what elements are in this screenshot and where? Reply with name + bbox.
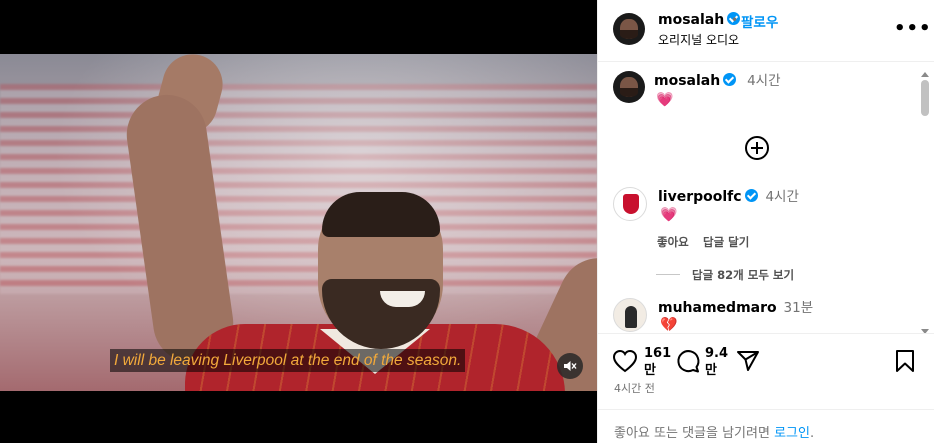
liverpool-crest-icon [623,194,639,214]
reply-button[interactable]: 답글 달기 [703,234,749,250]
comments-scrollbar[interactable] [920,72,930,334]
scroll-up-arrow-icon[interactable] [921,72,929,77]
comments-list[interactable]: mosalah 4시간 💗 liverpoolfc 4시간 💗 좋아요 답글 달… [598,63,934,333]
video-player[interactable]: I will be leaving Liverpool at the end o… [0,0,597,443]
comment-time[interactable]: 4시간 [765,189,798,205]
login-link[interactable]: 로그인 [774,426,810,441]
plus-circle-icon[interactable] [745,136,769,160]
posted-time[interactable]: 4시간 전 [614,380,655,396]
speaker-muted-icon[interactable] [557,353,583,379]
comment-username[interactable]: muhamedmaro [658,300,777,316]
comments-count-unit[interactable]: 만 [705,362,717,379]
post-sidebar: mosalah • 팔로우 오리지널 오디오 ••• mosalah 4시간 💗… [597,0,934,443]
avatar[interactable] [613,71,645,103]
comment-username[interactable]: liverpoolfc [658,189,742,205]
scroll-thumb[interactable] [921,80,929,116]
verified-badge-icon [723,73,737,86]
author-username[interactable]: mosalah [658,11,741,29]
comment-text: 💗 [660,207,678,223]
avatar[interactable] [613,13,645,45]
avatar[interactable] [613,187,647,221]
video-subtitle: I will be leaving Liverpool at the end o… [110,349,466,372]
comment-text: 💔 [660,317,678,333]
login-prompt-bar: 좋아요 또는 댓글을 남기려면 로그인. [598,409,934,443]
comment-text: 💗 [656,92,674,108]
verified-badge-icon [744,189,758,202]
like-comment-button[interactable]: 좋아요 [657,234,689,250]
view-replies-button[interactable]: 답글 82개 모두 보기 [655,267,794,283]
avatar[interactable] [613,298,647,332]
follow-button[interactable]: 팔로우 [741,11,778,31]
bookmark-icon[interactable] [895,349,915,373]
likes-count-unit[interactable]: 만 [644,362,656,379]
comment-time[interactable]: 31분 [784,300,814,316]
comment-time[interactable]: 4시간 [747,73,780,89]
comments-count[interactable]: 9.4 [705,345,728,362]
share-icon[interactable] [736,349,760,373]
comment-icon[interactable] [675,348,701,374]
post-actions: 161 만 9.4 만 4시간 전 좋아요 또는 댓글을 남기려면 로그인. [598,333,934,443]
original-audio-link[interactable]: 오리지널 오디오 [658,31,739,48]
more-horizontal-icon[interactable]: ••• [894,18,932,39]
login-prompt: 좋아요 또는 댓글을 남기려면 로그인. [614,426,815,441]
post-header: mosalah • 팔로우 오리지널 오디오 ••• [598,0,934,62]
heart-outline-icon[interactable] [612,349,638,373]
comment-username[interactable]: mosalah [654,73,720,89]
video-frame[interactable] [0,54,597,391]
likes-count[interactable]: 161 [644,345,671,362]
